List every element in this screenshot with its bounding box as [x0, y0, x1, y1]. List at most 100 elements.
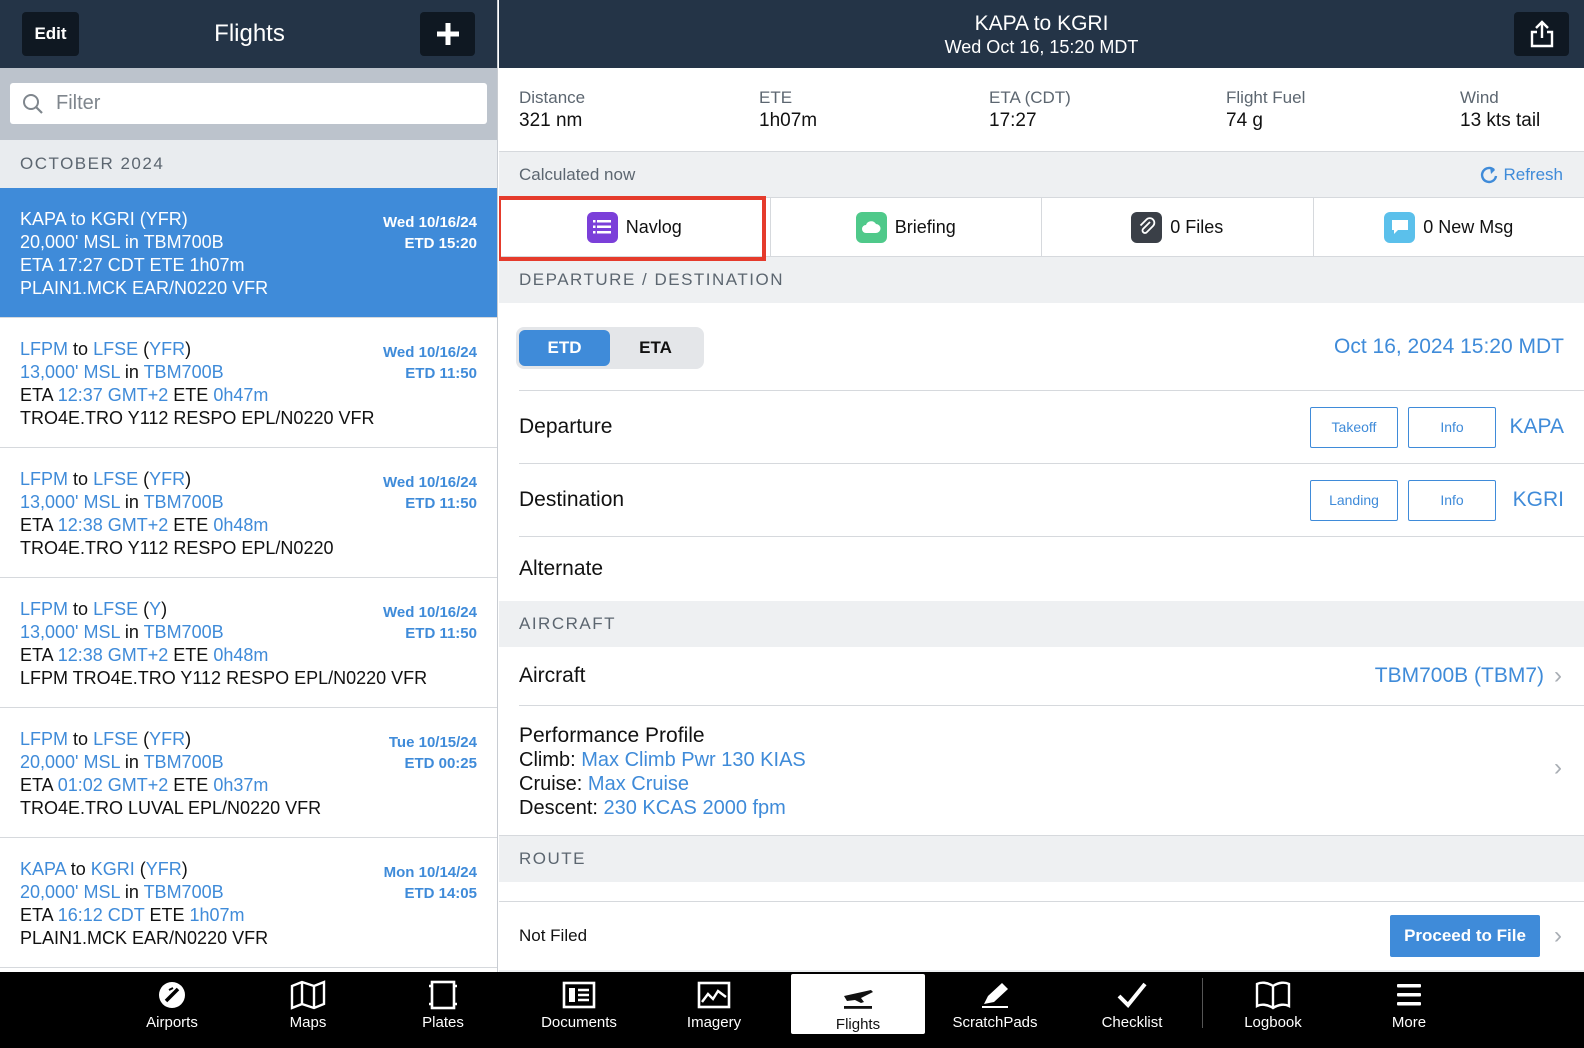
descent-value: 230 KCAS 2000 fpm — [603, 797, 786, 819]
refresh-button[interactable]: Refresh — [1479, 165, 1563, 185]
tabbar-documents[interactable]: Documents — [519, 972, 639, 1048]
flight-eta-line: ETA 16:12 CDT ETE 1h07m — [20, 905, 245, 925]
maps-icon — [290, 980, 326, 1010]
aircraft-section-header: AIRCRAFT — [519, 614, 616, 633]
tabbar-checklist[interactable]: Checklist — [1072, 972, 1192, 1048]
flight-list-item[interactable]: LFPM to LFSE (YFR) 20,000' MSL in TBM700B… — [0, 708, 497, 838]
flight-date: Wed 10/16/24 ETD 11:50 — [383, 472, 477, 514]
tabbar-imagery[interactable]: Imagery — [654, 972, 774, 1048]
tabbar-more[interactable]: More — [1349, 972, 1469, 1048]
flight-route-string: TRO4E.TRO LUVAL EPL/N0220 VFR — [20, 798, 322, 818]
flight-etd: ETD 00:25 — [404, 755, 477, 772]
flight-day: Mon 10/14/24 — [383, 864, 477, 881]
flight-altitude: 13,000' MSL — [20, 492, 120, 512]
flight-ete: 1h07m — [189, 255, 245, 275]
tab-briefing[interactable]: Briefing — [771, 198, 1042, 256]
aircraft-value: TBM700B (TBM7) — [1374, 664, 1544, 687]
more-icon — [1397, 984, 1421, 1006]
etd-segment[interactable]: ETD — [519, 330, 610, 366]
flight-day: Wed 10/16/24 — [383, 214, 477, 231]
destination-airport[interactable]: KGRI — [1508, 488, 1564, 512]
eta-segment[interactable]: ETA — [610, 330, 701, 366]
flight-rules: Y — [149, 599, 162, 619]
flight-rules: YFR — [149, 339, 186, 359]
departure-row: Departure Takeoff Info KAPA — [519, 391, 1584, 464]
flight-day: Wed 10/16/24 — [383, 474, 477, 491]
alternate-row[interactable]: Alternate — [519, 537, 1584, 601]
filter-input[interactable]: Filter — [10, 83, 487, 124]
route-row[interactable] — [499, 882, 1584, 902]
stat-flight-fuel: Flight Fuel 74 g — [1226, 88, 1306, 131]
detail-tabs: Navlog Briefing 0 Files 0 New Msg — [499, 196, 1584, 261]
flight-date: Mon 10/14/24 ETD 14:05 — [384, 862, 477, 904]
flight-list-item[interactable]: LFPM to LFSE (YFR) 13,000' MSL in TBM700B… — [0, 318, 497, 448]
climb-line: Climb: Max Climb Pwr 130 KIAS — [519, 749, 806, 771]
tabbar-airports[interactable]: Airports — [112, 972, 232, 1048]
flight-destination: KGRI — [90, 859, 135, 879]
flight-origin: LFPM — [20, 469, 69, 489]
departure-airport[interactable]: KAPA — [1508, 415, 1564, 439]
flight-ete: 0h37m — [213, 775, 269, 795]
flight-eta: 16:12 CDT — [57, 905, 145, 925]
destination-label: Destination — [519, 488, 625, 511]
flight-destination: LFSE — [93, 469, 139, 489]
add-flight-button[interactable] — [420, 12, 475, 56]
plus-icon — [436, 23, 459, 45]
detail-header: KAPA to KGRI Wed Oct 16, 15:20 MDT — [499, 0, 1584, 68]
tabbar-plates[interactable]: Plates — [383, 972, 503, 1048]
takeoff-button[interactable]: Takeoff — [1310, 406, 1398, 448]
flight-altitude: 20,000' MSL — [20, 882, 120, 902]
landing-button[interactable]: Landing — [1310, 479, 1398, 521]
flight-day: Wed 10/16/24 — [383, 344, 477, 361]
tabbar-maps[interactable]: Maps — [248, 972, 368, 1048]
performance-profile-row[interactable]: Performance Profile Climb: Max Climb Pwr… — [499, 706, 1584, 836]
proceed-to-file-button[interactable]: Proceed to File — [1390, 915, 1540, 957]
flight-aircraft: TBM700B — [143, 622, 224, 642]
destination-row: Destination Landing Info KGRI — [519, 464, 1584, 537]
imagery-icon — [697, 981, 731, 1009]
flight-route-string: TRO4E.TRO Y112 RESPO EPL/N0220 VFR — [20, 408, 375, 428]
flight-date: Wed 10/16/24 ETD 11:50 — [383, 602, 477, 644]
flight-eta-line: ETA 12:38 GMT+2 ETE 0h48m — [20, 515, 269, 535]
flight-list-item[interactable]: LFPM to LFSE (YFR) 13,000' MSL in TBM700B… — [0, 448, 497, 578]
flight-destination: KGRI — [90, 209, 135, 229]
flight-day: Tue 10/15/24 — [388, 734, 477, 751]
flight-etd: ETD 14:05 — [404, 885, 477, 902]
destination-info-button[interactable]: Info — [1408, 479, 1496, 521]
paperclip-icon — [1131, 211, 1163, 243]
departure-info-button[interactable]: Info — [1408, 406, 1496, 448]
aircraft-label: Aircraft — [519, 664, 586, 687]
detail-title: KAPA to KGRI — [974, 12, 1109, 35]
flight-ete: 0h48m — [213, 515, 269, 535]
flight-date: Tue 10/15/24 ETD 00:25 — [389, 732, 477, 774]
flight-aircraft: TBM700B — [143, 882, 224, 902]
chevron-right-icon: › — [1554, 754, 1562, 781]
share-button[interactable] — [1514, 12, 1569, 56]
flights-header: Edit Flights — [0, 0, 497, 68]
tab-files[interactable]: 0 Files — [1042, 198, 1314, 256]
aircraft-row[interactable]: Aircraft TBM700B (TBM7) › — [519, 647, 1584, 706]
edit-button[interactable]: Edit — [22, 12, 79, 56]
flight-altitude: 20,000' MSL — [20, 752, 120, 772]
departure-time-value[interactable]: Oct 16, 2024 15:20 MDT — [1334, 335, 1564, 359]
airports-icon — [159, 982, 185, 1008]
tab-messages[interactable]: 0 New Msg — [1314, 198, 1584, 256]
tabbar-flights[interactable]: Flights — [791, 974, 925, 1034]
flight-eta: 12:38 GMT+2 — [57, 515, 169, 535]
flight-stats: Distance 321 nm ETE 1h07m ETA (CDT) 17:27 F… — [499, 68, 1584, 152]
flight-list-item[interactable]: KAPA to KGRI (YFR) 20,000' MSL in TBM700B… — [0, 188, 497, 318]
filter-bar: Filter — [0, 68, 497, 140]
plates-icon — [429, 980, 457, 1010]
flight-date: Wed 10/16/24 ETD 11:50 — [383, 342, 477, 384]
scratchpads-icon — [982, 983, 1008, 1008]
flight-aircraft: TBM700B — [143, 232, 224, 252]
flight-list: KAPA to KGRI (YFR) 20,000' MSL in TBM700B… — [0, 188, 497, 968]
alternate-label: Alternate — [519, 557, 604, 580]
chevron-right-icon: › — [1554, 662, 1562, 689]
tabbar-scratchpads[interactable]: ScratchPads — [935, 972, 1055, 1048]
tabbar-logbook[interactable]: Logbook — [1213, 972, 1333, 1048]
flight-list-item[interactable]: LFPM to LFSE (Y) 13,000' MSL in TBM700B ET… — [0, 578, 497, 708]
tab-navlog[interactable]: Navlog — [499, 196, 771, 261]
flight-ete: 0h48m — [213, 645, 269, 665]
flight-list-item[interactable]: KAPA to KGRI (YFR) 20,000' MSL in TBM700B… — [0, 838, 497, 968]
